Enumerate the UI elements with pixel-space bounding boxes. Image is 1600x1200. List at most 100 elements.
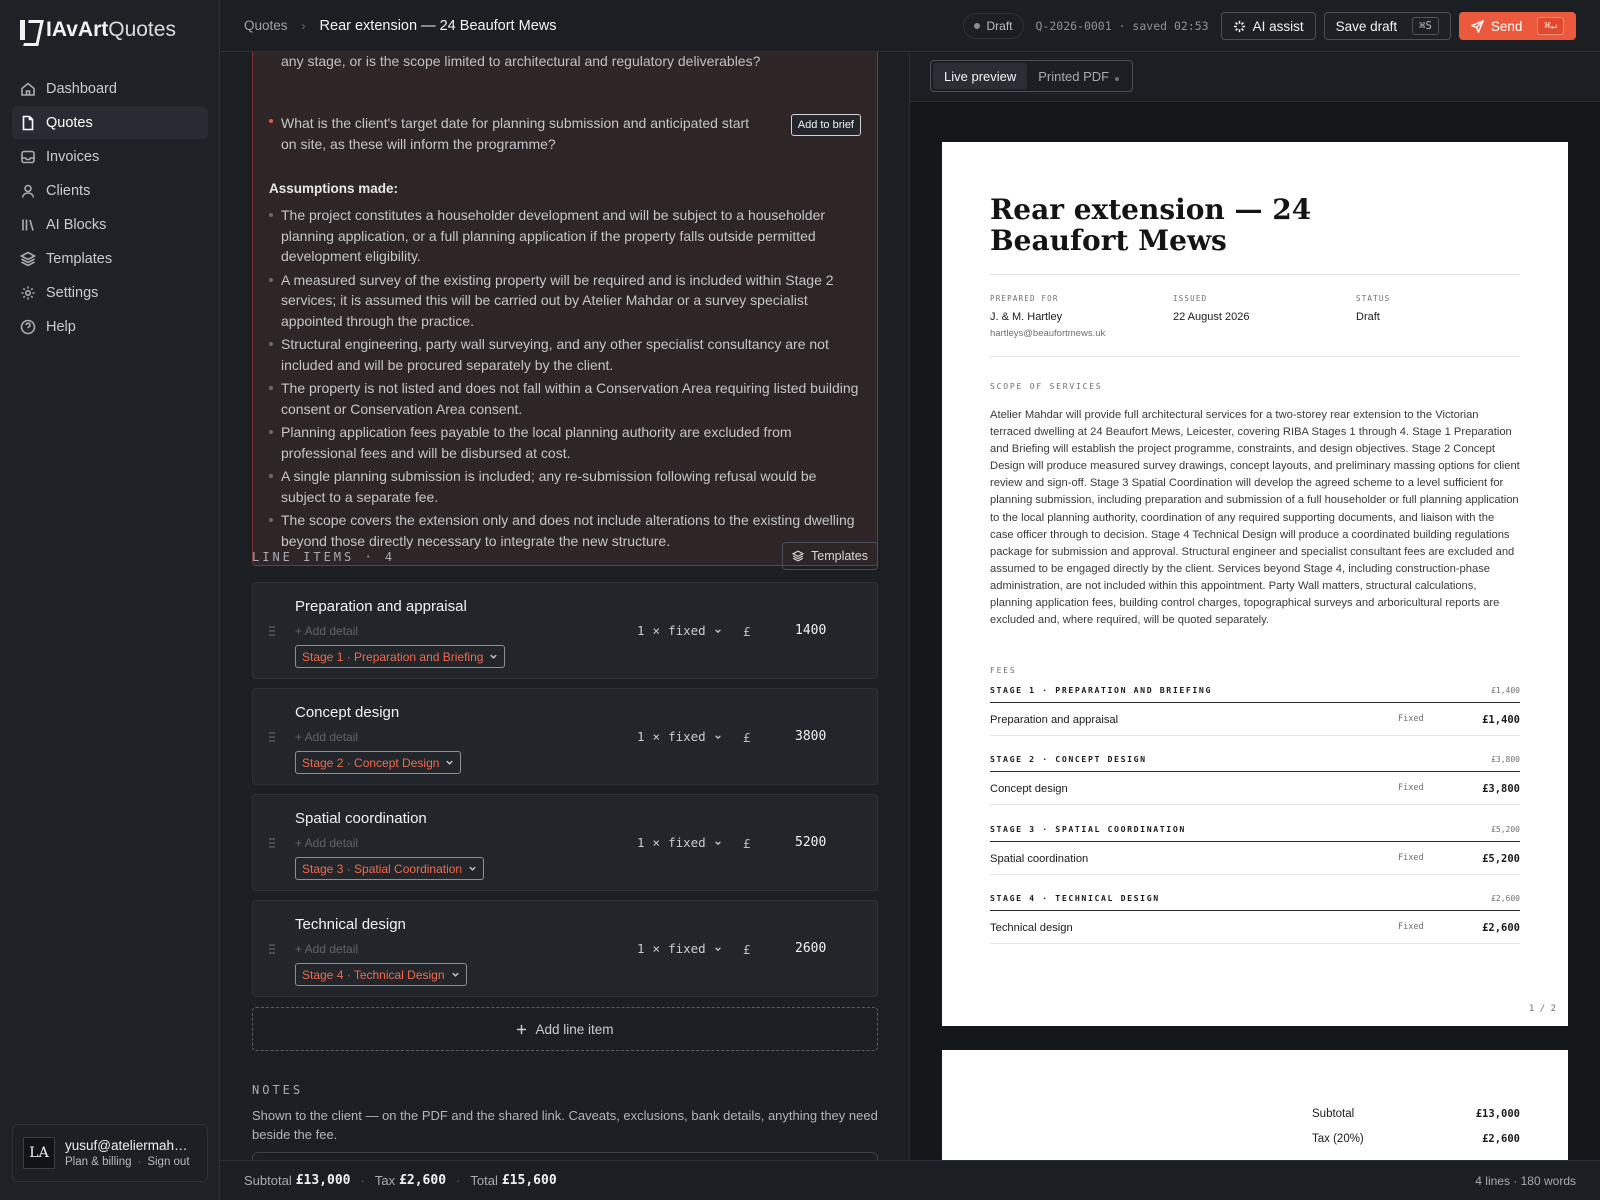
subtotal-value: £13,000: [295, 1173, 351, 1188]
quantity-value: 1: [637, 941, 645, 956]
page-title: Rear extension — 24 Beaufort Mews: [319, 17, 557, 34]
fee-type: Fixed: [1398, 714, 1424, 724]
sidebar-item-help[interactable]: Help: [12, 310, 208, 343]
add-line-item-button[interactable]: Add line item: [252, 1007, 878, 1051]
sidebar-item-label: Dashboard: [46, 80, 117, 97]
sidebar-item-label: Invoices: [46, 148, 100, 165]
add-detail-link[interactable]: + Add detail: [295, 624, 358, 638]
sidebar-item-templates[interactable]: Templates: [12, 242, 208, 275]
list-item: The project constitutes a householder de…: [269, 205, 859, 267]
tab-live-preview[interactable]: Live preview: [933, 63, 1028, 89]
list-item: A single planning submission is included…: [269, 466, 859, 507]
sign-out-link[interactable]: Sign out: [147, 1156, 189, 1168]
quantity-unit-select[interactable]: 1 × fixed: [637, 729, 722, 744]
sidebar-item-label: Clients: [46, 182, 91, 199]
assumptions-list: The project constitutes a householder de…: [269, 205, 859, 554]
chevron-down-icon: [446, 760, 454, 765]
times-sign: ×: [652, 729, 661, 744]
stage-select[interactable]: Stage 2 · Concept Design: [295, 751, 462, 774]
fee-name: Spatial coordination: [990, 853, 1089, 865]
avatar[interactable]: LA: [23, 1137, 55, 1169]
list-item: A measured survey of the existing proper…: [269, 270, 859, 332]
chevron-right-icon: ›: [301, 18, 306, 33]
preview-panel: Live preview Printed PDF Rear extension …: [910, 52, 1600, 1160]
subtotal-value: £13,000: [1475, 1108, 1520, 1120]
amount-input[interactable]: 3800: [795, 729, 826, 744]
fee-type: Fixed: [1398, 922, 1424, 932]
chevron-down-icon: [714, 840, 721, 845]
line-item-name[interactable]: Preparation and appraisal: [295, 598, 467, 615]
document-stats: 4 lines · 180 words: [1475, 1173, 1576, 1188]
account-card: LA yusuf@ateliermahdar.co.uk Plan & bill…: [12, 1124, 208, 1182]
drag-handle-icon[interactable]: [269, 943, 275, 955]
send-button[interactable]: Send ⌘↵: [1458, 12, 1576, 40]
layers-icon: [20, 251, 36, 266]
fee-stage-total: £5,200: [1491, 825, 1520, 834]
stage-label: Stage 4 · Technical Design: [302, 967, 445, 982]
stage-select[interactable]: Stage 4 · Technical Design: [295, 963, 467, 986]
dot-icon: [1115, 77, 1120, 81]
templates-button[interactable]: Templates: [782, 542, 878, 570]
notes-textarea[interactable]: [252, 1152, 878, 1160]
fee-amount: £3,800: [1482, 783, 1520, 795]
drag-handle-icon[interactable]: [269, 837, 275, 849]
prepared-for-block: PREPARED FOR J. & M. Hartley hartleys@be…: [990, 294, 1105, 339]
line-item-name[interactable]: Concept design: [295, 704, 399, 721]
sidebar-item-clients[interactable]: Clients: [12, 174, 208, 207]
amount-input[interactable]: 5200: [795, 835, 826, 850]
breadcrumb-root[interactable]: Quotes: [244, 18, 288, 33]
question-bullet-icon: [269, 119, 273, 123]
plan-billing-link[interactable]: Plan & billing: [65, 1156, 131, 1168]
fee-stage-header: STAGE 2 · CONCEPT DESIGN £3,800: [990, 750, 1520, 772]
quantity-unit-select[interactable]: 1 × fixed: [637, 941, 722, 956]
ai-assist-button[interactable]: AI assist: [1220, 12, 1316, 40]
fee-stage-header: STAGE 4 · TECHNICAL DESIGN £2,600: [990, 889, 1520, 911]
save-draft-button[interactable]: Save draft ⌘S: [1323, 12, 1451, 40]
line-item-name[interactable]: Technical design: [295, 916, 406, 933]
sidebar-item-dashboard[interactable]: Dashboard: [12, 72, 208, 105]
add-detail-link[interactable]: + Add detail: [295, 942, 358, 956]
amount-input[interactable]: 1400: [795, 623, 826, 638]
document-title: Rear extension — 24 Beaufort Mews: [990, 193, 1312, 257]
quantity-value: 1: [637, 729, 645, 744]
send-icon: [1470, 19, 1484, 33]
sidebar-item-invoices[interactable]: Invoices: [12, 140, 208, 173]
stage-label: Stage 3 · Spatial Coordination: [302, 861, 463, 876]
drag-handle-icon[interactable]: [269, 731, 275, 743]
sidebar-item-label: Templates: [46, 250, 113, 267]
sidebar-item-settings[interactable]: Settings: [12, 276, 208, 309]
unit-value: fixed: [668, 729, 706, 744]
scope-text: Atelier Mahdar will provide full archite…: [990, 409, 1520, 627]
total-label: Total: [470, 1173, 498, 1188]
status-label: Draft: [986, 19, 1013, 33]
separator: ·: [456, 1173, 461, 1188]
account-email: yusuf@ateliermahdar.co.uk: [65, 1138, 195, 1153]
quantity-unit-select[interactable]: 1 × fixed: [637, 835, 722, 850]
stage-select[interactable]: Stage 1 · Preparation and Briefing: [295, 645, 506, 668]
fee-type: Fixed: [1398, 783, 1424, 793]
sidebar-item-quotes[interactable]: Quotes: [12, 106, 208, 139]
fee-amount: £5,200: [1482, 853, 1520, 865]
drag-handle-icon[interactable]: [269, 625, 275, 637]
stage-select[interactable]: Stage 3 · Spatial Coordination: [295, 857, 485, 880]
fee-name: Concept design: [990, 783, 1068, 795]
add-line-item-label: Add line item: [535, 1021, 614, 1037]
fee-name: Technical design: [990, 922, 1073, 934]
amount-input[interactable]: 2600: [795, 941, 826, 956]
list-item: Planning application fees payable to the…: [269, 422, 859, 463]
app-logo[interactable]: IAvArtQuotes: [20, 18, 176, 42]
total-value: £15,600: [501, 1173, 557, 1188]
save-shortcut: ⌘S: [1412, 17, 1439, 35]
separator: ·: [137, 1156, 142, 1168]
fee-name: Preparation and appraisal: [990, 714, 1119, 726]
quantity-unit-select[interactable]: 1 × fixed: [637, 623, 722, 638]
tab-printed-pdf[interactable]: Printed PDF: [1027, 63, 1130, 89]
fee-row: Preparation and appraisal Fixed £1,400: [990, 704, 1520, 736]
unit-value: fixed: [668, 835, 706, 850]
add-detail-link[interactable]: + Add detail: [295, 836, 358, 850]
add-detail-link[interactable]: + Add detail: [295, 730, 358, 744]
add-to-brief-button[interactable]: Add to brief: [790, 114, 861, 136]
issued-block: ISSUED 22 August 2026: [1173, 294, 1249, 323]
sidebar-item-ai-blocks[interactable]: AI Blocks: [12, 208, 208, 241]
line-item-name[interactable]: Spatial coordination: [295, 810, 427, 827]
